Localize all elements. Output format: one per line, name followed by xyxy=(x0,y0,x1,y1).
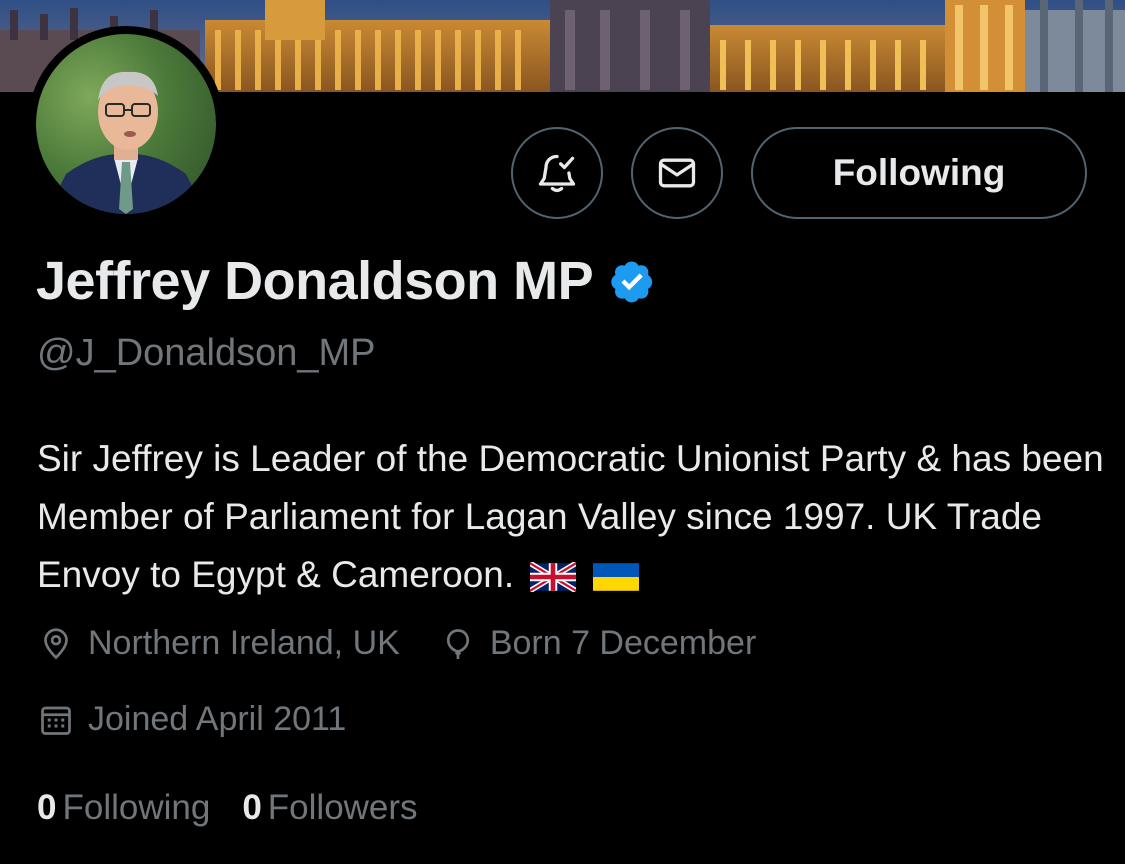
user-handle: @J_Donaldson_MP xyxy=(37,332,376,374)
location-item: Northern Ireland, UK xyxy=(38,624,400,663)
ukraine-flag-icon xyxy=(592,563,639,592)
joined-text: Joined April 2011 xyxy=(88,700,347,738)
following-stat-label: Following xyxy=(62,788,211,827)
followers-stat-link[interactable]: 0 Followers xyxy=(242,788,417,828)
followers-count: 0 xyxy=(242,788,262,827)
joined-item: Joined April 2011 xyxy=(38,700,346,739)
location-text: Northern Ireland, UK xyxy=(88,624,400,662)
avatar-photo xyxy=(36,34,216,214)
profile-page: Following Jeffrey Donaldson MP @J_Donald… xyxy=(0,0,1125,864)
bell-check-icon xyxy=(538,154,576,193)
calendar-icon xyxy=(41,706,71,735)
profile-avatar[interactable] xyxy=(28,26,224,222)
birthday-text: Born 7 December xyxy=(489,624,757,662)
following-count: 0 xyxy=(37,788,57,827)
profile-meta-row: Northern Ireland, UK Born 7 December xyxy=(38,624,796,663)
following-button[interactable]: Following xyxy=(751,127,1087,219)
display-name: Jeffrey Donaldson MP xyxy=(36,251,594,311)
verified-badge-icon[interactable] xyxy=(609,258,655,304)
profile-meta-row-joined: Joined April 2011 xyxy=(38,700,386,739)
followers-stat-label: Followers xyxy=(267,788,418,827)
name-row: Jeffrey Donaldson MP xyxy=(36,250,655,312)
notifications-button[interactable] xyxy=(511,127,603,219)
birthday-item: Born 7 December xyxy=(440,624,756,663)
profile-bio: Sir Jeffrey is Leader of the Democratic … xyxy=(37,430,1107,604)
following-stat-link[interactable]: 0 Following xyxy=(37,788,210,828)
envelope-icon xyxy=(658,158,696,188)
location-pin-icon xyxy=(44,627,68,659)
message-button[interactable] xyxy=(631,127,723,219)
following-button-label: Following xyxy=(832,152,1006,193)
follow-stats: 0 Following 0 Followers xyxy=(37,788,450,828)
balloon-icon xyxy=(446,628,469,659)
uk-flag-icon xyxy=(530,562,577,593)
